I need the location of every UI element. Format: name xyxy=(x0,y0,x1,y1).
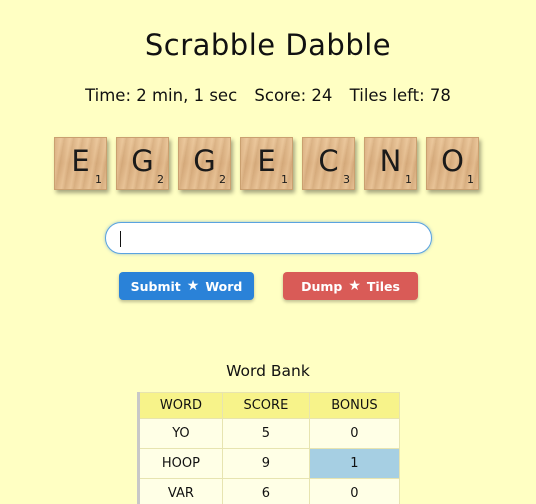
letter-tile[interactable]: G 2 xyxy=(178,137,231,190)
tile-points: 2 xyxy=(157,173,164,186)
letter-tile[interactable]: E 1 xyxy=(240,137,293,190)
word-cell: HOOP xyxy=(137,448,223,479)
score-cell: 5 xyxy=(221,418,310,449)
tile-points: 1 xyxy=(95,173,102,186)
letter-tile[interactable]: C 3 xyxy=(302,137,355,190)
tiles-left: Tiles left: 78 xyxy=(349,86,451,105)
submit-label-left: Submit xyxy=(130,278,181,294)
dump-label-left: Dump xyxy=(301,278,343,294)
word-input[interactable] xyxy=(105,222,432,254)
score: Score: 24 xyxy=(254,86,333,105)
column-header-score: SCORE xyxy=(221,392,310,419)
page-title: Scrabble Dabble xyxy=(144,28,392,62)
letter-tile[interactable]: O 1 xyxy=(426,137,479,190)
bonus-cell: 0 xyxy=(308,478,401,504)
table-row: VAR 6 0 xyxy=(137,478,401,504)
word-bank-title: Word Bank xyxy=(226,362,310,380)
score-cell: 9 xyxy=(221,448,310,479)
tile-points: 3 xyxy=(343,173,350,186)
dump-label-right: Tiles xyxy=(366,278,400,294)
word-bank-table: WORD SCORE BONUS YO 5 0 HOOP 9 1 VAR 6 0 xyxy=(137,392,401,504)
bonus-cell: 0 xyxy=(308,418,401,449)
table-row: HOOP 9 1 xyxy=(137,448,401,479)
column-header-bonus: BONUS xyxy=(308,392,401,419)
letter-tile[interactable]: G 2 xyxy=(116,137,169,190)
submit-word-button[interactable]: Submit ★ Word xyxy=(119,272,254,300)
letter-tile[interactable]: N 1 xyxy=(364,137,417,190)
tile-rack: E 1 G 2 G 2 E 1 C 3 N 1 O 1 xyxy=(54,137,479,190)
score-cell: 6 xyxy=(221,478,310,504)
timer: Time: 2 min, 1 sec xyxy=(85,86,238,105)
bonus-cell: 1 xyxy=(308,448,401,479)
star-icon: ★ xyxy=(186,278,200,294)
column-header-word: WORD xyxy=(137,392,223,419)
word-cell: YO xyxy=(137,418,223,449)
table-header-row: WORD SCORE BONUS xyxy=(137,392,401,419)
tile-points: 1 xyxy=(405,173,412,186)
star-icon: ★ xyxy=(348,278,361,294)
tile-points: 2 xyxy=(219,173,226,186)
game-stats: Time: 2 min, 1 sec Score: 24 Tiles left:… xyxy=(0,86,536,105)
tile-points: 1 xyxy=(467,173,474,186)
table-row: YO 5 0 xyxy=(137,418,401,449)
tile-points: 1 xyxy=(281,173,288,186)
dump-tiles-button[interactable]: Dump ★ Tiles xyxy=(283,272,418,300)
word-cell: VAR xyxy=(137,478,223,504)
text-caret xyxy=(120,231,121,247)
letter-tile[interactable]: E 1 xyxy=(54,137,107,190)
submit-label-right: Word xyxy=(205,278,243,294)
